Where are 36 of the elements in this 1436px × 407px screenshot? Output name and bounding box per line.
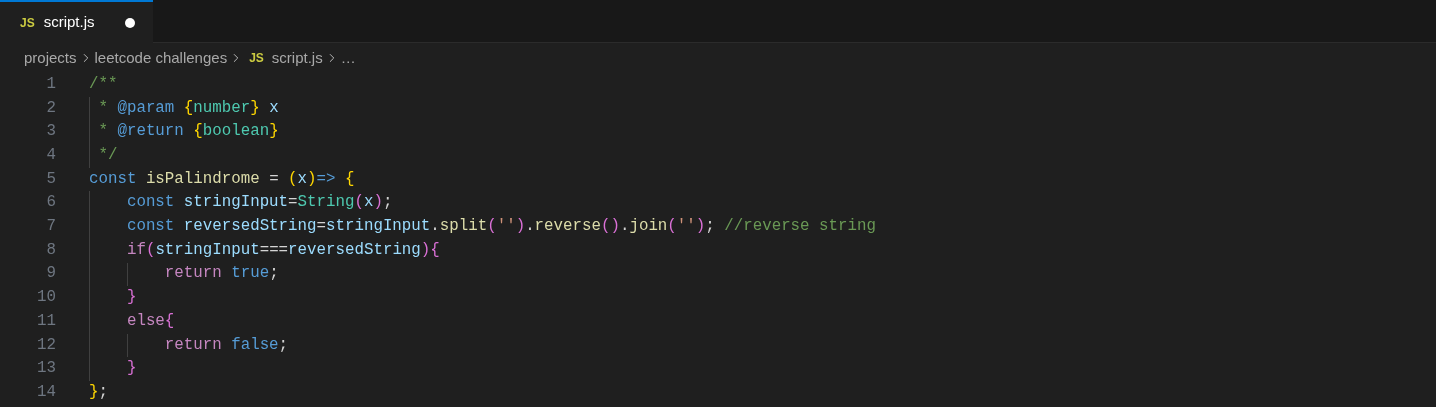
line-number: 1 [46,76,56,93]
line-number: 11 [37,313,56,330]
code-line: return true; [163,266,279,283]
breadcrumb-more[interactable]: … [340,46,356,70]
editor-tab[interactable]: JS script.js [0,0,153,43]
breadcrumb-item[interactable]: script.js [271,46,323,70]
code-line: const stringInput=String(x); [125,195,393,212]
line-number: 2 [46,100,56,117]
code-line: if(stringInput===reversedString){ [125,242,440,259]
tab-label: script.js [43,12,95,33]
code-line: else{ [125,313,175,330]
code-line: return false; [163,337,289,354]
code-line: const isPalindrome = (x)=> { [89,171,355,188]
line-number: 8 [46,242,56,259]
js-file-icon: JS [249,49,264,67]
breadcrumb-item[interactable]: projects [24,46,77,70]
code-line: */ [97,148,118,164]
line-number: 9 [46,266,56,283]
line-number: 10 [37,290,56,306]
js-file-icon: JS [20,13,35,32]
line-number: 5 [46,171,56,188]
code-line: }; [89,384,108,401]
code-line: /** [89,76,118,93]
line-number: 6 [46,195,56,212]
line-number: 14 [37,384,56,401]
line-number: 7 [46,219,56,235]
line-number: 4 [46,148,56,164]
breadcrumb-item[interactable]: leetcode challenges [94,46,228,70]
code-line: * @return {boolean} [97,124,279,141]
line-number: 12 [37,337,56,354]
code-line: const reversedString=stringInput.split('').reverse().join(''); //reverse string [125,219,876,235]
line-number: 13 [37,361,56,377]
code-line: } [125,290,137,306]
code-line: } [125,361,137,377]
code-line: * @param {number} x [97,100,279,117]
line-number: 3 [46,124,56,141]
